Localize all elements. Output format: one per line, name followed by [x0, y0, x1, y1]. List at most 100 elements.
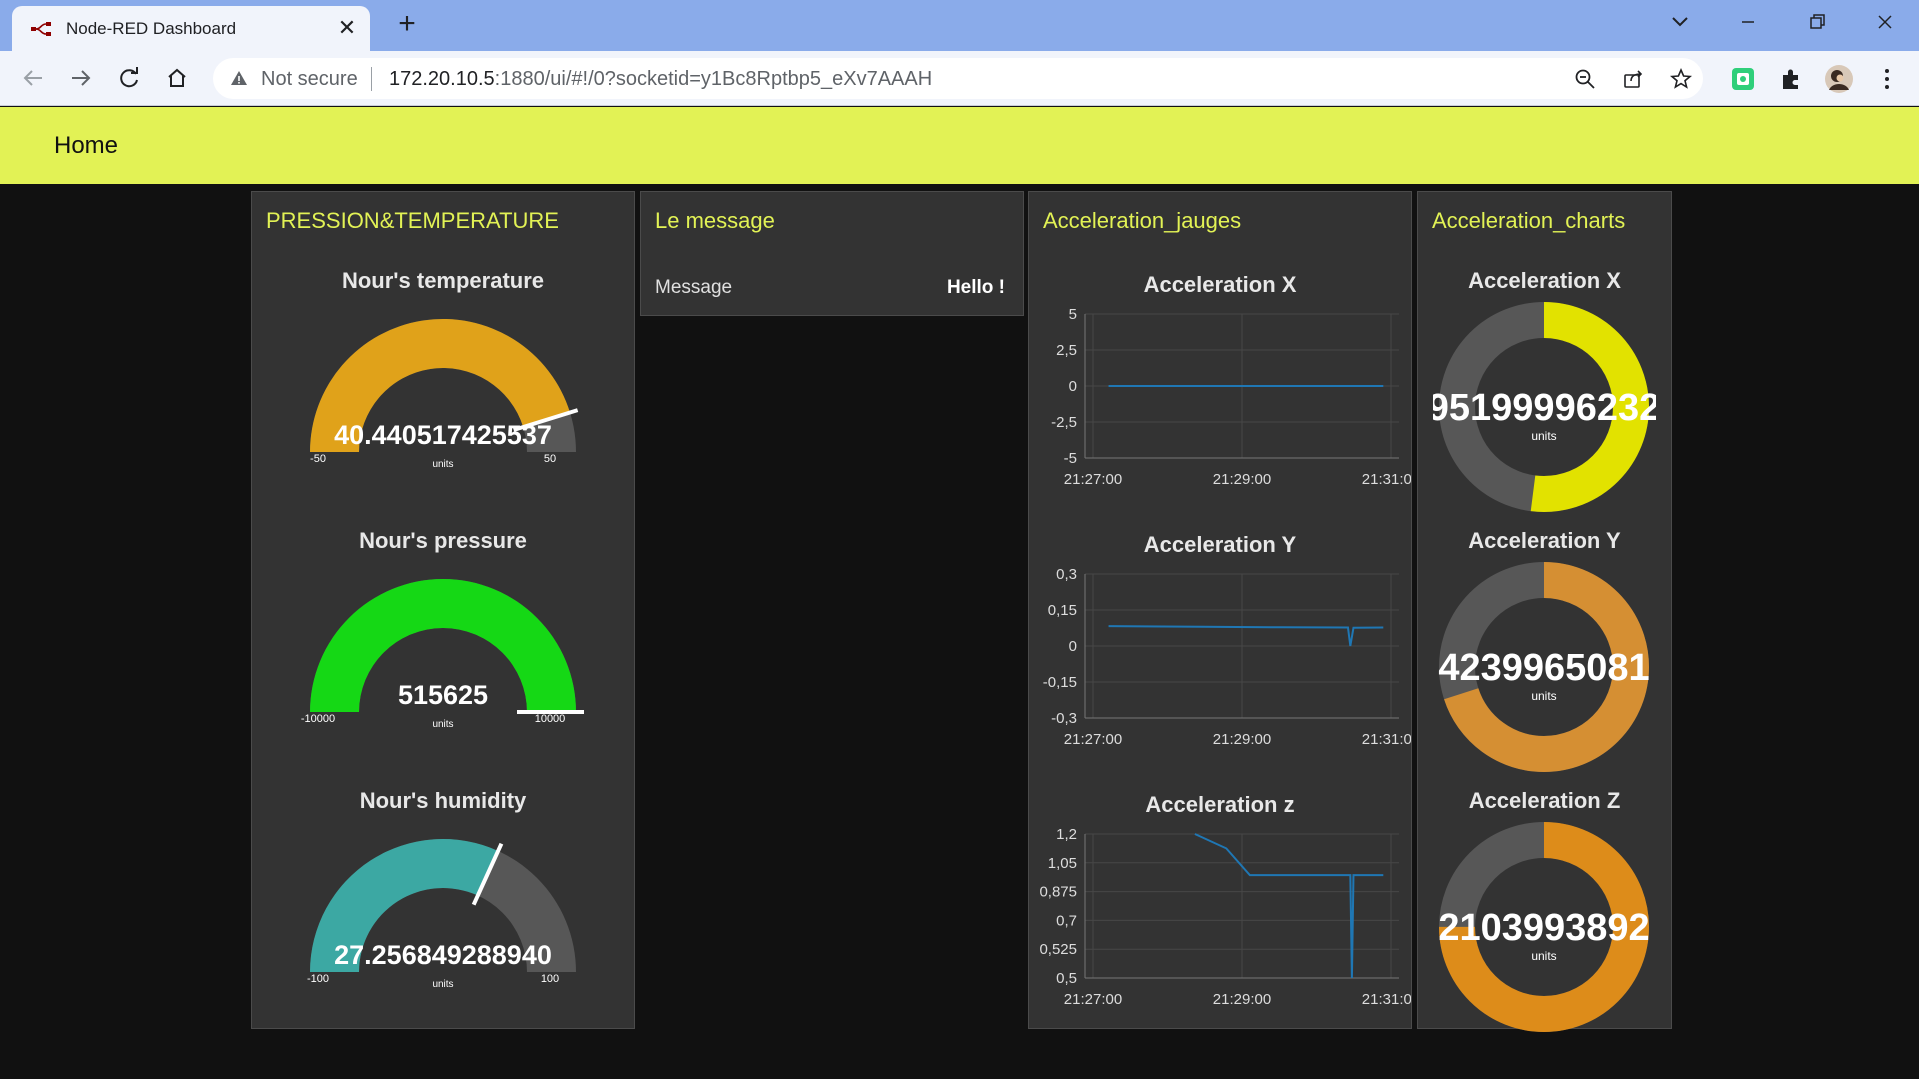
series-line: [1108, 625, 1384, 647]
y-tick-label: 0,525: [1039, 941, 1077, 958]
message-value: Hello !: [946, 277, 1005, 298]
close-window-icon[interactable]: [1865, 6, 1905, 38]
donut-title-y: Acceleration Y: [1468, 528, 1621, 553]
close-tab-icon[interactable]: ✕: [334, 15, 360, 41]
back-icon[interactable]: [16, 61, 50, 95]
reload-icon[interactable]: [112, 61, 146, 95]
gauge-max: 50: [544, 453, 556, 465]
y-tick-label: 0,875: [1039, 884, 1077, 901]
omnibox-separator: [371, 67, 372, 91]
y-tick-label: 5: [1069, 306, 1077, 323]
address-bar[interactable]: Not secure 172.20.10.5:1880/ui/#!/0?sock…: [213, 58, 1703, 99]
y-tick-label: -0,15: [1043, 674, 1077, 691]
gauge-max: 10000: [535, 713, 566, 725]
gauge-humidity: 27.256849288940 -100 units 100: [307, 839, 576, 990]
y-tick-label: 1,2: [1056, 826, 1077, 843]
y-tick-label: 0,3: [1056, 566, 1077, 583]
group-title: Acceleration_charts: [1432, 208, 1626, 233]
x-tick-label: 21:27:00: [1064, 731, 1122, 748]
x-tick-label: 21:27:00: [1064, 471, 1122, 488]
y-tick-label: 0,15: [1048, 602, 1077, 619]
donut-acceleration-z: 2103993892 units: [1438, 822, 1650, 1032]
minimize-icon[interactable]: [1728, 6, 1768, 38]
browser-tab[interactable]: Node-RED Dashboard ✕: [12, 6, 370, 51]
extensions-puzzle-icon[interactable]: [1776, 64, 1806, 94]
chart-title-y: Acceleration Y: [1143, 532, 1297, 557]
gauge-title-temperature: Nour's temperature: [341, 268, 545, 293]
warning-icon[interactable]: [229, 68, 249, 88]
group-acceleration-jauges: Acceleration_jauges Acceleration X 5 2,5 0…: [1028, 191, 1412, 1029]
group-title: PRESSION&TEMPERATURE: [266, 208, 559, 233]
browser-menu-icon[interactable]: [1872, 64, 1902, 94]
security-label[interactable]: Not secure: [261, 68, 358, 91]
donut-units: units: [1531, 949, 1556, 963]
donut-value: 4239965081: [1438, 647, 1649, 689]
url-text[interactable]: 172.20.10.5:1880/ui/#!/0?socketid=y1Bc8R…: [389, 68, 932, 91]
group-title: Acceleration_jauges: [1043, 208, 1242, 233]
gauge-min: -50: [310, 453, 326, 465]
y-tick-label: -2,5: [1051, 414, 1077, 431]
restore-icon[interactable]: [1797, 6, 1837, 38]
tab-title: Node-RED Dashboard: [66, 19, 237, 38]
gauge-max: 100: [541, 973, 559, 985]
chart-title-x: Acceleration X: [1143, 272, 1297, 297]
gauge-value: 27.256849288940: [334, 940, 552, 970]
gauge-value: 40.440517425537: [334, 420, 552, 450]
y-tick-label: -5: [1064, 450, 1077, 467]
gauge-min: -10000: [301, 713, 335, 725]
url-path: :1880/ui/#!/0?socketid=y1Bc8Rptbp5_eXv7A…: [494, 68, 933, 90]
chart-title-z: Acceleration z: [1145, 792, 1295, 817]
gauge-value: 515625: [398, 680, 488, 710]
series-line: [1194, 833, 1384, 979]
share-icon[interactable]: [1621, 67, 1645, 91]
group-pression-temperature: PRESSION&TEMPERATURE Nour's temperature …: [251, 191, 635, 1029]
group-acceleration-charts: Acceleration_charts Acceleration X 95199…: [1417, 191, 1672, 1032]
group-title: Le message: [655, 208, 775, 233]
x-tick-label: 21:31:00: [1362, 991, 1411, 1008]
message-label: Message: [655, 277, 733, 298]
y-tick-label: -0,3: [1051, 710, 1077, 727]
donut-units: units: [1531, 689, 1556, 703]
zoom-out-icon[interactable]: [1573, 67, 1597, 91]
new-tab-button[interactable]: +: [392, 9, 422, 40]
y-tick-label: 1,05: [1048, 855, 1077, 872]
gauge-pressure: 515625 -10000 units 10000: [301, 578, 584, 730]
x-tick-label: 21:31:00: [1362, 731, 1411, 748]
url-host: 172.20.10.5: [389, 68, 495, 90]
y-tick-label: 0: [1069, 378, 1077, 395]
gauge-units: units: [432, 719, 453, 730]
x-tick-label: 21:27:00: [1064, 991, 1122, 1008]
bookmark-star-icon[interactable]: [1669, 67, 1693, 91]
line-chart-acceleration-y: 0,3 0,15 0 -0,15 -0,3 21:27:00 21:29:00 21:31:0…: [1043, 566, 1411, 748]
donut-value: 2103993892: [1438, 907, 1649, 949]
forward-icon[interactable]: [64, 61, 98, 95]
tab-search-icon[interactable]: [1660, 6, 1700, 38]
donut-value: 95199996232: [1433, 387, 1656, 429]
dashboard-header: Home: [0, 107, 1919, 184]
gauge-title-pressure: Nour's pressure: [359, 528, 527, 553]
gauge-units: units: [432, 979, 453, 990]
browser-toolbar: Not secure 172.20.10.5:1880/ui/#!/0?sock…: [0, 51, 1919, 106]
donut-acceleration-y: 4239965081 units: [1438, 562, 1650, 772]
group-le-message: Le message Message Hello !: [640, 191, 1024, 316]
y-tick-label: 0: [1069, 638, 1077, 655]
line-chart-acceleration-z: 1,2 1,05 0,875 0,7 0,525 0,5 21:27:00 21:29:00 2…: [1039, 826, 1411, 1008]
donut-units: units: [1531, 429, 1556, 443]
extension-icon[interactable]: [1728, 64, 1758, 94]
x-tick-label: 21:31:00: [1362, 471, 1411, 488]
donut-title-x: Acceleration X: [1468, 268, 1621, 293]
home-icon[interactable]: [160, 61, 194, 95]
x-tick-label: 21:29:00: [1213, 991, 1271, 1008]
gauge-min: -100: [307, 973, 329, 985]
x-tick-label: 21:29:00: [1213, 471, 1271, 488]
gauge-title-humidity: Nour's humidity: [359, 788, 527, 813]
y-tick-label: 0,7: [1056, 912, 1077, 929]
donut-title-z: Acceleration Z: [1468, 788, 1621, 813]
page-title: Home: [54, 132, 119, 159]
y-tick-label: 0,5: [1056, 970, 1077, 987]
profile-avatar[interactable]: [1824, 64, 1854, 94]
line-chart-acceleration-x: 5 2,5 0 -2,5 -5 21:27:00 21:29:00 21:31:00: [1051, 306, 1411, 488]
x-tick-label: 21:29:00: [1213, 731, 1271, 748]
gauge-temperature: 40.440517425537 -50 units 50: [310, 318, 579, 470]
donut-acceleration-x: 95199996232 units: [1433, 302, 1656, 512]
